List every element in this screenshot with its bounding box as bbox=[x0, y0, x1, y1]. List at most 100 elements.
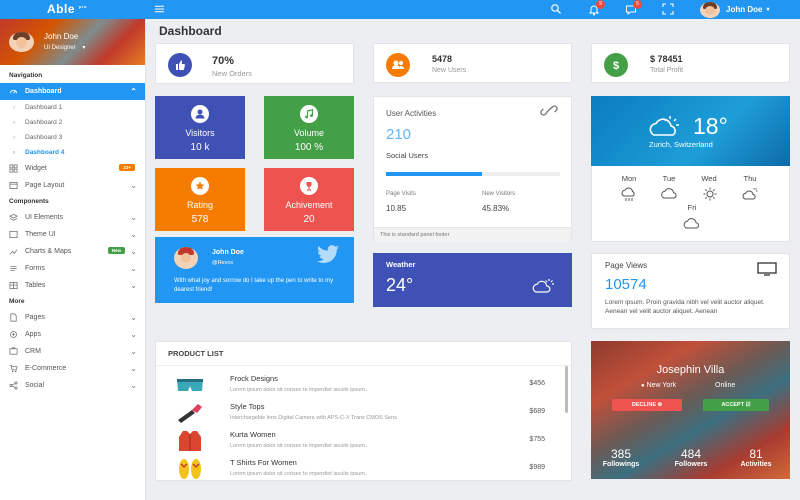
sidebar-item-theme-ui[interactable]: Theme UI ⌄ bbox=[0, 226, 145, 243]
weather-small-temp: 24° bbox=[386, 275, 414, 295]
tile-title: Rating bbox=[186, 200, 213, 210]
list-item[interactable]: Kurta Women Lorem ipsum dolor sit consec… bbox=[168, 430, 553, 458]
tile-title: Achivement bbox=[285, 200, 333, 210]
sidebar-item-label: Social bbox=[25, 382, 45, 389]
users-icon bbox=[386, 53, 410, 77]
section-navigation: Navigation bbox=[9, 72, 43, 79]
product-price: $456 bbox=[529, 380, 545, 387]
card-title: PRODUCT LIST bbox=[168, 349, 224, 358]
section-more: More bbox=[9, 298, 25, 305]
sidebar-item-widget[interactable]: Widget 23+ bbox=[0, 160, 145, 177]
dollar-icon: $ bbox=[604, 53, 628, 77]
day-label: Tue bbox=[662, 174, 676, 183]
menu-toggle-icon[interactable] bbox=[154, 3, 165, 15]
tile-value: 10 k bbox=[190, 142, 210, 153]
day-label: Thu bbox=[743, 174, 757, 183]
tile-achievement: Achivement 20 bbox=[264, 168, 354, 231]
messages-count-badge: 5 bbox=[633, 0, 642, 9]
share-icon bbox=[9, 381, 18, 390]
tile-value: 578 bbox=[191, 214, 209, 225]
sidebar-item-page-layout[interactable]: Page Layout ⌄ bbox=[0, 177, 145, 194]
sidebar-sub-dashboard-4[interactable]: Dashboard 4 bbox=[0, 145, 145, 160]
sidebar: John Doe UI Designer ▾ Navigation Dashbo… bbox=[0, 19, 146, 500]
sidebar-item-social[interactable]: Social ⌄ bbox=[0, 377, 145, 394]
weather-location: Zurich, Switzerland bbox=[649, 140, 713, 149]
close-icon: ⊗ bbox=[657, 402, 663, 408]
activities-value: 81 bbox=[749, 447, 763, 461]
messages-button[interactable]: 5 bbox=[625, 0, 642, 16]
user-menu[interactable]: John Doe ▾ bbox=[700, 1, 769, 18]
sidebar-item-ui-elements[interactable]: UI Elements ⌄ bbox=[0, 209, 145, 226]
sidebar-item-forms[interactable]: Forms ⌄ bbox=[0, 260, 145, 277]
notification-button[interactable]: 9 bbox=[588, 0, 605, 16]
chevron-down-icon: ▾ bbox=[82, 45, 86, 51]
sidebar-item-label: E-Commerce bbox=[25, 365, 67, 372]
product-price: $689 bbox=[529, 408, 545, 415]
list-item[interactable]: Frock Designs Lorem ipsum dolor sit cons… bbox=[168, 374, 553, 402]
stat-card-orders: 70% New Orders bbox=[155, 43, 354, 84]
pages-icon bbox=[10, 313, 17, 322]
page-views-value: 10574 bbox=[605, 276, 647, 293]
fullscreen-icon[interactable] bbox=[662, 3, 674, 15]
notification-count-badge: 9 bbox=[596, 0, 605, 9]
star-icon bbox=[191, 177, 209, 195]
twitter-icon[interactable] bbox=[316, 245, 340, 264]
layout-icon bbox=[9, 181, 18, 190]
brand-logo[interactable]: Able pro bbox=[47, 2, 86, 16]
product-desc: Lorem ipsum dolor sit consec te imperdie… bbox=[230, 443, 368, 449]
sidebar-item-crm[interactable]: CRM ⌄ bbox=[0, 343, 145, 360]
sidebar-item-tables[interactable]: Tables ⌄ bbox=[0, 277, 145, 294]
search-icon[interactable] bbox=[550, 3, 562, 15]
sidebar-sub-dashboard-1[interactable]: Dashboard 1 bbox=[0, 100, 145, 115]
chevron-down-icon: ⌄ bbox=[130, 181, 137, 190]
list-item[interactable]: T Shirts For Women Lorem ipsum dolor sit… bbox=[168, 458, 553, 486]
sidebar-user-role[interactable]: UI Designer ▾ bbox=[44, 44, 85, 51]
sidebar-item-ecommerce[interactable]: E-Commerce ⌄ bbox=[0, 360, 145, 377]
brand-name: Able bbox=[47, 2, 76, 16]
scrollbar[interactable] bbox=[565, 366, 568, 413]
activities-label: Activities bbox=[740, 461, 772, 468]
weather-card: 18° Zurich, Switzerland Mon Tue Wed Thu … bbox=[591, 96, 790, 242]
cloud-icon bbox=[661, 188, 677, 199]
product-price: $755 bbox=[529, 436, 545, 443]
weather-banner: 18° Zurich, Switzerland bbox=[591, 96, 790, 166]
sidebar-sub-dashboard-2[interactable]: Dashboard 2 bbox=[0, 115, 145, 130]
page-visits-value: 10.85 bbox=[386, 204, 407, 213]
chart-icon bbox=[9, 249, 18, 255]
decline-button[interactable]: DECLINE ⊗ bbox=[612, 399, 682, 411]
section-components: Components bbox=[9, 198, 49, 205]
stat-label: Total Profit bbox=[650, 67, 684, 74]
sidebar-item-pages[interactable]: Pages ⌄ bbox=[0, 309, 145, 326]
product-price: $989 bbox=[529, 464, 545, 471]
cart-icon bbox=[9, 364, 18, 373]
decline-label: DECLINE bbox=[631, 402, 656, 408]
sidebar-sub-dashboard-3[interactable]: Dashboard 3 bbox=[0, 130, 145, 145]
followers-value: 484 bbox=[680, 447, 702, 461]
sidebar-item-apps[interactable]: Apps ⌄ bbox=[0, 326, 145, 343]
role-text: UI Designer bbox=[44, 45, 76, 51]
shorts-icon bbox=[177, 379, 203, 391]
table-icon bbox=[9, 281, 18, 290]
sidebar-item-label: Theme UI bbox=[25, 231, 56, 238]
sidebar-item-dashboard[interactable]: Dashboard ⌃ bbox=[0, 83, 145, 100]
card-title: Page Views bbox=[605, 261, 648, 270]
link-icon[interactable] bbox=[538, 103, 560, 118]
speedometer-icon bbox=[9, 89, 18, 94]
vest-icon bbox=[179, 431, 201, 451]
accept-button[interactable]: ACCEPT ☑ bbox=[703, 399, 769, 411]
layers-icon bbox=[9, 213, 18, 221]
tile-visitors: Visitors 10 k bbox=[155, 96, 245, 159]
window-icon bbox=[9, 230, 18, 239]
lipstick-icon bbox=[178, 404, 202, 423]
tweet-text: With what joy and sorrow do I take up th… bbox=[174, 278, 334, 293]
new-visitors-value: 45.83% bbox=[482, 204, 510, 213]
product-name: Style Tops bbox=[230, 402, 265, 411]
list-item[interactable]: Style Tops Interchargeble lens Digital C… bbox=[168, 402, 553, 430]
sidebar-item-charts-maps[interactable]: Charts & Maps New ⌄ bbox=[0, 243, 145, 260]
profile-status: Online bbox=[715, 382, 736, 389]
partly-cloudy-icon bbox=[742, 188, 758, 200]
tile-title: Volume bbox=[293, 128, 325, 138]
new-visitors-label: New Visitors bbox=[482, 191, 516, 197]
topbar-user-name: John Doe bbox=[726, 5, 763, 14]
product-desc: Lorem ipsum dolor sit consec te imperdie… bbox=[230, 387, 368, 393]
